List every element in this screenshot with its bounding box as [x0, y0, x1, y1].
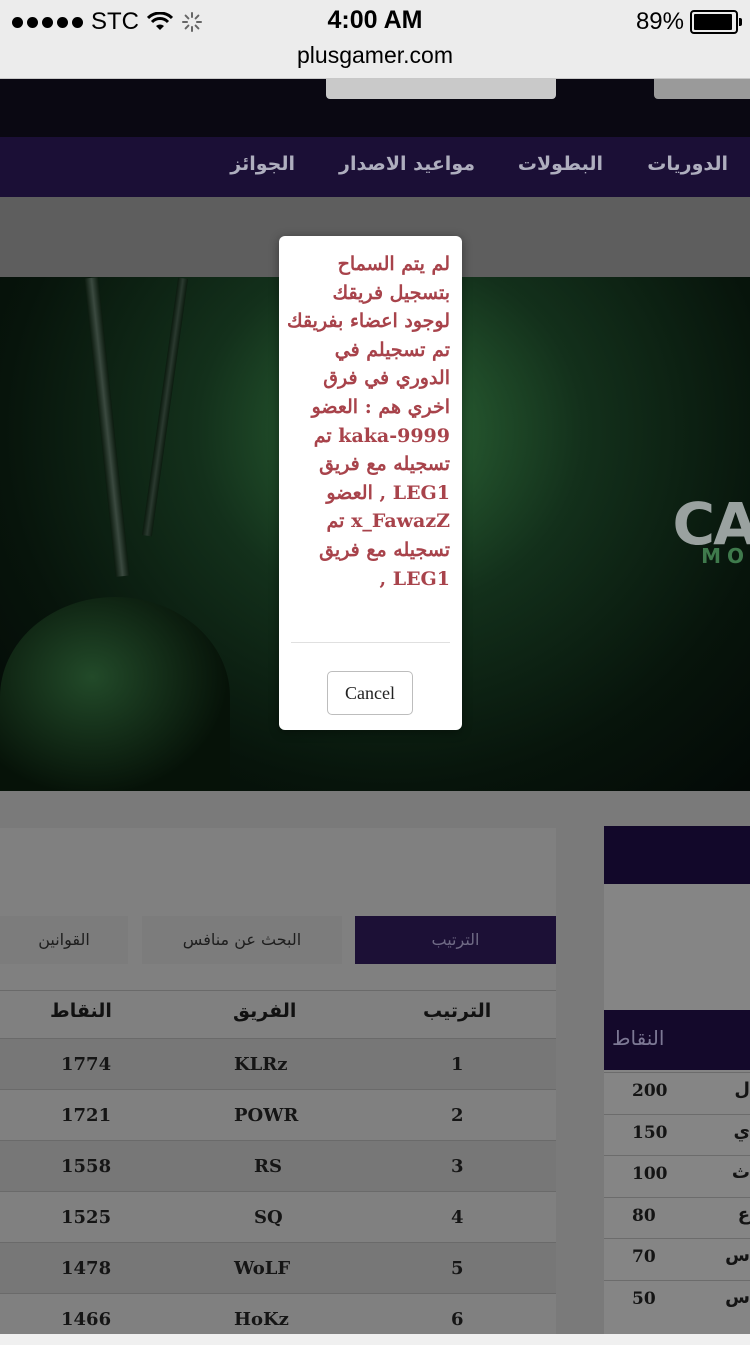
battery-status: 89% — [636, 8, 738, 36]
battery-percent: 89% — [636, 8, 684, 36]
alert-dialog: لم يتم السماح بتسجيل فريقك لوجود اعضاء ب… — [279, 236, 462, 730]
divider — [291, 642, 450, 643]
battery-icon — [690, 10, 738, 34]
address-bar[interactable]: plusgamer.com — [0, 42, 750, 69]
alert-message: لم يتم السماح بتسجيل فريقك لوجود اعضاء ب… — [287, 250, 450, 593]
status-bar: STC 4:00 AM plusgamer.com 89% — [0, 0, 750, 79]
cancel-button[interactable]: Cancel — [327, 671, 413, 715]
